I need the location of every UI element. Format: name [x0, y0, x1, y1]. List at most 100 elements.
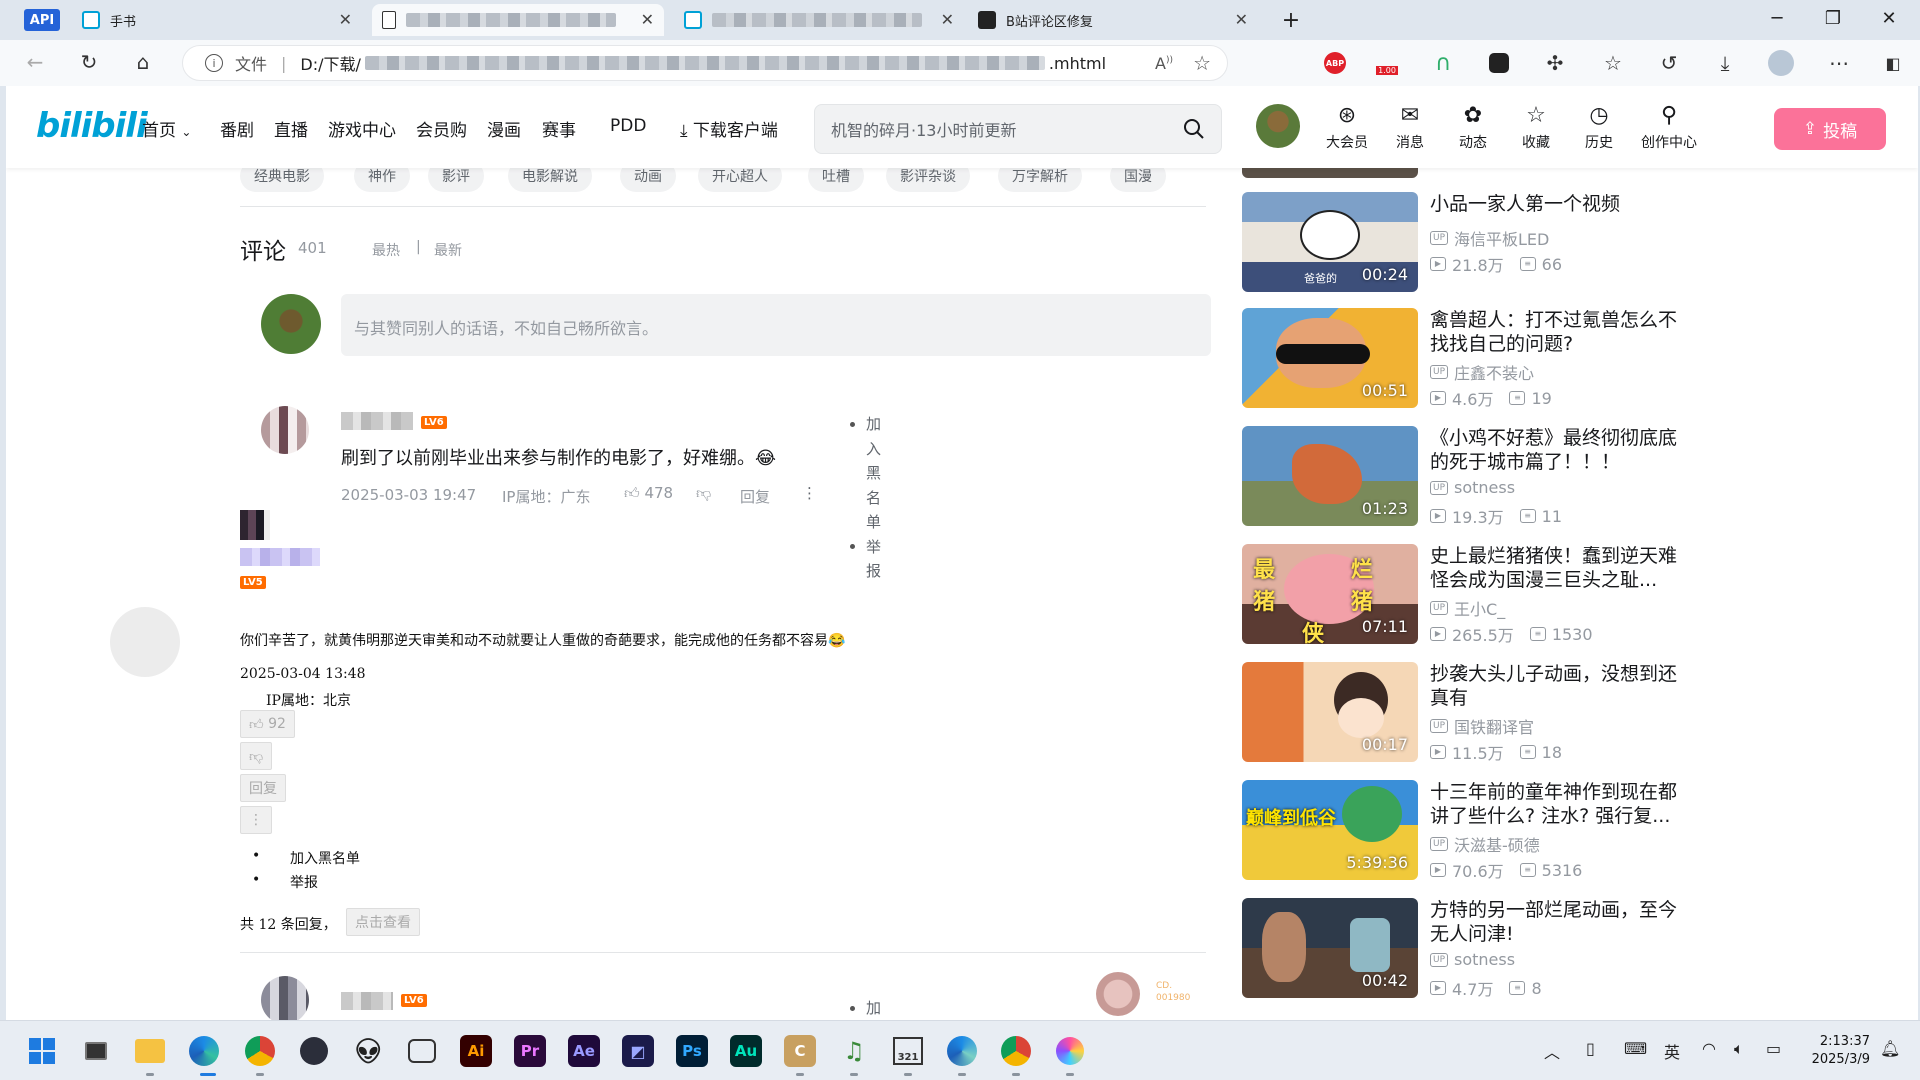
nav-vip-shop[interactable]: 会员购 — [416, 116, 467, 141]
floating-circle[interactable] — [110, 607, 180, 677]
video-card[interactable]: 00:42 方特的另一部烂尾动画，至今无人问津! UP sotness ▶ 4.7万… — [1242, 898, 1682, 999]
window-close-icon[interactable]: ✕ — [1874, 8, 1904, 29]
video-card[interactable]: 巅峰到低谷 5:39:36 十三年前的童年神作到现在都讲了些什么? 注水? 强行… — [1242, 780, 1682, 881]
menu-blacklist-char[interactable]: 入 — [866, 437, 881, 462]
url-field[interactable]: i 文件 | D:/下载/ .mhtml A)) ☆ — [182, 45, 1228, 81]
c-app-icon[interactable]: C — [784, 1035, 816, 1067]
more-menu-icon[interactable]: ⋮ — [802, 484, 817, 502]
extension-badge-icon[interactable]: 1.00 — [1374, 50, 1400, 76]
edge-icon[interactable] — [188, 1035, 220, 1067]
tab-active-blurred[interactable]: ✕ — [372, 4, 664, 36]
view-replies-button[interactable]: 点击查看 — [346, 908, 420, 936]
close-icon[interactable]: ✕ — [339, 10, 352, 29]
header-message[interactable]: ✉ 消息 — [1387, 104, 1433, 152]
sidebar-icon[interactable]: ◧ — [1880, 50, 1906, 76]
sort-new-tab[interactable]: 最新 — [434, 240, 462, 260]
video-card[interactable]: 00:17 抄袭大头儿子动画，没想到还真有 UP 国铁翻译官 ▶ 11.5万 ≡ 18 — [1242, 662, 1682, 763]
tab-shoushu[interactable]: 手书 ✕ — [72, 4, 362, 36]
bilibili-app-icon[interactable] — [406, 1035, 438, 1067]
video-title[interactable]: 抄袭大头儿子动画，没想到还真有 — [1430, 662, 1680, 710]
video-uploader[interactable]: UP 庄鑫不装心 — [1430, 360, 1534, 384]
chrome-icon[interactable] — [244, 1035, 276, 1067]
wifi-icon[interactable]: ◠ — [1702, 1039, 1716, 1058]
extension-arch-icon[interactable]: ∩ — [1430, 50, 1456, 76]
reply-button[interactable]: 回复 — [740, 486, 770, 507]
close-icon[interactable]: ✕ — [941, 10, 954, 29]
api-tab-badge[interactable]: API — [24, 9, 60, 31]
video-thumbnail[interactable]: 00:42 — [1242, 898, 1418, 998]
nav-bangumi[interactable]: 番剧 — [220, 116, 254, 141]
username-blurred[interactable] — [341, 992, 393, 1010]
video-thumbnail[interactable]: 最 烂 猪 猪 侠 07:11 — [1242, 544, 1418, 644]
extensions-puzzle-icon[interactable]: ✣ — [1542, 50, 1568, 76]
home-icon[interactable]: ⌂ — [130, 50, 156, 74]
edge-dev-icon[interactable] — [946, 1035, 978, 1067]
extension-app-icon[interactable] — [1486, 50, 1512, 76]
windows-start-icon[interactable] — [26, 1035, 58, 1067]
task-view-icon[interactable] — [80, 1035, 112, 1067]
notification-bell-icon[interactable]: 🔔︎ — [1880, 1039, 1900, 1058]
nav-game-center[interactable]: 游戏中心 — [328, 116, 396, 141]
bilibili-logo[interactable]: bilibili — [36, 106, 148, 146]
info-icon[interactable]: i — [205, 54, 223, 72]
file-explorer-icon[interactable] — [134, 1035, 166, 1067]
menu-blacklist[interactable]: 加入黑名单 — [290, 848, 360, 868]
tray-chevron-up-icon[interactable]: ︿ — [1544, 1039, 1560, 1063]
video-card[interactable]: 01:23 《小鸡不好惹》最终彻彻底底的死于城市篇了！！！ UP sotness … — [1242, 426, 1682, 527]
video-title[interactable]: 《小鸡不好惹》最终彻彻底底的死于城市篇了！！！ — [1430, 426, 1680, 474]
tab-blurred[interactable]: ✕ — [674, 4, 964, 36]
video-title[interactable]: 小品一家人第一个视频 — [1430, 192, 1680, 216]
like-button[interactable]: 👍︎ 92 — [240, 710, 295, 738]
video-thumbnail[interactable]: 00:17 — [1242, 662, 1418, 762]
menu-blacklist-char[interactable]: 加 — [866, 996, 881, 1020]
download-icon[interactable]: ⤓ — [1712, 50, 1738, 76]
video-uploader[interactable]: UP 国铁翻译官 — [1430, 714, 1534, 738]
back-arrow-icon[interactable]: ← — [22, 50, 48, 74]
menu-blacklist-char[interactable]: 加 — [866, 412, 881, 437]
header-creator[interactable]: ⚲ 创作中心 — [1639, 104, 1699, 152]
tab-bili-comment-fix[interactable]: B站评论区修复 ✕ — [968, 4, 1258, 36]
refresh-icon[interactable]: ↻ — [76, 50, 102, 74]
ime-indicator[interactable]: 英 — [1664, 1039, 1680, 1063]
menu-blacklist-char[interactable]: 黑 — [866, 461, 881, 486]
system-clock[interactable]: 2:13:37 2025/3/9 — [1790, 1033, 1870, 1069]
video-title[interactable]: 十三年前的童年神作到现在都讲了些什么? 注水? 强行复... — [1430, 780, 1680, 828]
usb-icon[interactable]: ▯ — [1586, 1039, 1595, 1058]
header-favorite[interactable]: ☆ 收藏 — [1513, 104, 1559, 152]
video-thumbnail-partial[interactable] — [1242, 168, 1418, 178]
search-icon[interactable] — [1183, 118, 1205, 144]
menu-report-char[interactable]: 举 — [866, 535, 881, 560]
keyboard-icon[interactable]: ⌨ — [1624, 1039, 1647, 1058]
sort-hot-tab[interactable]: 最热 — [372, 240, 400, 260]
menu-blacklist-char[interactable]: 单 — [866, 510, 881, 535]
nav-home[interactable]: 首页 ⌄ — [142, 116, 191, 141]
more-menu-icon[interactable]: ⋯ — [1826, 50, 1852, 76]
video-title[interactable]: 禽兽超人：打不过氪兽怎么不找找自己的问题? — [1430, 308, 1680, 356]
video-title[interactable]: 方特的另一部烂尾动画，至今无人问津! — [1430, 898, 1680, 946]
after-effects-icon[interactable]: Ae — [568, 1035, 600, 1067]
video-thumbnail[interactable]: 巅峰到低谷 5:39:36 — [1242, 780, 1418, 880]
reply-button[interactable]: 回复 — [240, 774, 286, 802]
video-thumbnail[interactable]: 01:23 — [1242, 426, 1418, 526]
video-uploader[interactable]: UP 王小C_ — [1430, 596, 1505, 620]
chrome-2-icon[interactable] — [1000, 1035, 1032, 1067]
video-card[interactable]: 爸爸的 00:24 小品一家人第一个视频 UP 海信平板LED ▶ 21.8万 ≡ 66 — [1242, 192, 1682, 292]
minimize-icon[interactable]: ─ — [1762, 8, 1792, 29]
adblock-icon[interactable]: ABP — [1322, 50, 1348, 76]
video-thumbnail[interactable]: 00:51 — [1242, 308, 1418, 408]
video-uploader[interactable]: UP sotness — [1430, 950, 1515, 969]
video-uploader[interactable]: UP 沃滋基-硕德 — [1430, 832, 1540, 856]
menu-report[interactable]: 举报 — [290, 872, 318, 892]
premiere-alt-icon[interactable]: ◩ — [622, 1035, 654, 1067]
menu-blacklist-char[interactable]: 名 — [866, 486, 881, 511]
comment-input[interactable]: 与其赞同别人的话语，不如自己畅所欲言。 — [341, 294, 1211, 356]
close-icon[interactable]: ✕ — [641, 10, 654, 29]
video-card[interactable]: 00:51 禽兽超人：打不过氪兽怎么不找找自己的问题? UP 庄鑫不装心 ▶ 4.6… — [1242, 308, 1682, 409]
search-input[interactable]: 机智的碎月·13小时前更新 — [814, 104, 1222, 154]
header-vip[interactable]: ⊛ 大会员 — [1324, 104, 1370, 152]
dislike-button[interactable]: 👎︎ — [240, 742, 273, 770]
header-dynamic[interactable]: ✿ 动态 — [1450, 104, 1496, 152]
header-history[interactable]: ◷ 历史 — [1576, 104, 1622, 152]
video-thumbnail[interactable]: 爸爸的 00:24 — [1242, 192, 1418, 292]
read-aloud-icon[interactable]: A)) — [1155, 54, 1173, 73]
